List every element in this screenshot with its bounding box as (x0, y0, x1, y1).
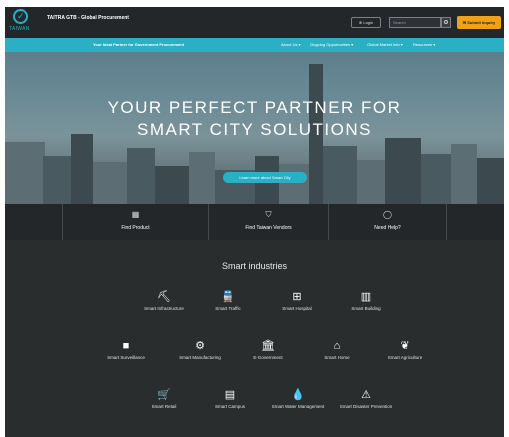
water-drop-icon: 💧 (291, 389, 305, 401)
home-icon: ⌂ (333, 340, 341, 352)
industry-smart-infrastructure[interactable]: ⛏ Smart Infrastructure (134, 291, 194, 312)
nav-global-market-info[interactable]: Global Market Info ▾ (367, 42, 403, 47)
quick-links-strip: ▦ Find Product ⛉ Find Taiwan Vendors ◯ N… (5, 204, 504, 240)
industry-label: Smart Hospital (282, 306, 312, 311)
skyline-building (323, 146, 357, 204)
find-product-link[interactable]: ▦ Find Product (62, 204, 208, 240)
nav-resources[interactable]: Resources ▾ (413, 42, 435, 47)
industry-label: Smart Home (324, 355, 350, 360)
need-help-link[interactable]: ◯ Need Help? (328, 204, 446, 240)
skyline-building (155, 166, 189, 204)
skyline-building (127, 148, 155, 204)
camera-icon: ■ (122, 340, 130, 352)
find-taiwan-vendors-link[interactable]: ⛉ Find Taiwan Vendors (208, 204, 328, 240)
industry-smart-disaster-prevention[interactable]: ⚠ Smart Disaster Prevention (336, 389, 396, 410)
page: ✓ TAIWAN TAITRA GTB - Global Procurement… (5, 7, 504, 437)
industry-label: Smart Agriculture (387, 355, 423, 360)
warning-icon: ⚠ (361, 389, 371, 401)
train-icon: 🚆 (221, 291, 235, 303)
find-taiwan-vendors-label: Find Taiwan Vendors (245, 225, 292, 231)
logo-check-icon: ✓ (17, 11, 25, 21)
search-icon (444, 20, 448, 24)
industry-smart-building[interactable]: ▥ Smart Building (336, 291, 396, 312)
skyline-building (357, 160, 385, 204)
building-icon: ▥ (360, 291, 372, 303)
industry-label: Smart Infrastructure (144, 306, 184, 311)
login-icon: ⊕ (358, 20, 363, 25)
skyline-building (279, 164, 309, 204)
find-product-label: Find Product (121, 225, 150, 231)
skyline-building (93, 162, 129, 204)
industry-smart-surveillance[interactable]: ■ Smart Surveillance (96, 340, 156, 361)
learn-more-smart-city-button[interactable]: Learn more about Smart City (223, 172, 307, 183)
vendor-shield-icon: ⛉ (265, 210, 272, 219)
industry-label: Smart Disaster Prevention (339, 404, 393, 409)
cart-icon: 🛒 (157, 389, 171, 401)
industry-smart-water-management[interactable]: 💧 Smart Water Management (268, 389, 328, 410)
nav-about-us[interactable]: About Us ▾ (281, 42, 301, 47)
leaf-icon: ❦ (400, 340, 410, 352)
top-bar: ✓ TAIWAN TAITRA GTB - Global Procurement… (5, 7, 504, 38)
industry-label: Smart Water Management (271, 404, 325, 409)
submit-inquiry-label: Submit Inquiry (467, 20, 496, 25)
industry-smart-campus[interactable]: ▤ Smart Campus (200, 389, 260, 410)
chat-bubble-icon: ◯ (383, 210, 392, 219)
nav-bar: Your Ideal Partner for Government Procur… (5, 38, 504, 52)
industry-label: Smart Surveillance (107, 355, 145, 360)
industry-smart-hospital[interactable]: ⊞ Smart Hospital (267, 291, 327, 312)
robot-arm-icon: ⚙ (195, 340, 205, 352)
skyline-building (5, 142, 45, 204)
industry-label: Smart Building (351, 306, 381, 311)
skyline-building (43, 156, 73, 204)
login-button[interactable]: ⊕ Login (351, 17, 381, 28)
smart-industries-title: Smart industries (221, 261, 288, 271)
hero-banner: YOUR PERFECT PARTNER FOR SMART CITY SOLU… (5, 52, 504, 204)
submit-inquiry-button[interactable]: ✉ Submit Inquiry (457, 16, 501, 29)
search-input[interactable]: Search (389, 17, 441, 28)
need-help-label: Need Help? (374, 225, 401, 231)
nav-ongoing-opportunities[interactable]: Ongoing Opportunities ▾ (310, 42, 353, 47)
skyline-building (451, 144, 477, 204)
industry-smart-traffic[interactable]: 🚆 Smart Traffic (198, 291, 258, 312)
skyline-building (421, 154, 451, 204)
inquiry-icon: ✉ (462, 20, 467, 25)
taiwan-logo[interactable]: ✓ TAIWAN (9, 9, 33, 36)
skyline-building (385, 138, 421, 204)
industry-smart-manufacturing[interactable]: ⚙ Smart Manufacturing (170, 340, 230, 361)
industry-label: E-Government (253, 355, 283, 360)
industry-label: Smart Retail (151, 404, 177, 409)
hero-headline-line1: YOUR PERFECT PARTNER FOR (107, 98, 402, 117)
quick-links-spacer (5, 204, 62, 240)
industry-e-government[interactable]: 🏛 E-Government (238, 340, 298, 361)
quick-links-spacer (446, 204, 504, 240)
product-grid-icon: ▦ (131, 210, 140, 219)
skyline-building (477, 158, 504, 204)
skyline-building (189, 152, 215, 204)
login-label: Login (363, 20, 374, 25)
industry-smart-home[interactable]: ⌂ Smart Home (307, 340, 367, 361)
hero-headline-line2: SMART CITY SOLUTIONS (137, 120, 372, 139)
government-icon: 🏛 (261, 340, 275, 352)
hospital-icon: ⊞ (292, 291, 302, 303)
search-button[interactable] (441, 17, 451, 28)
logo-text: TAIWAN (9, 26, 30, 32)
industry-label: Smart Manufacturing (179, 355, 221, 360)
industry-label: Smart Campus (214, 404, 245, 409)
site-title[interactable]: TAITRA GTB - Global Procurement (47, 15, 129, 21)
nav-tagline: Your Ideal Partner for Government Procur… (93, 42, 185, 47)
campus-icon: ▤ (224, 389, 236, 401)
skyline-building (71, 134, 93, 204)
industry-smart-agriculture[interactable]: ❦ Smart Agriculture (375, 340, 435, 361)
crane-icon: ⛏ (157, 291, 171, 303)
industry-label: Smart Traffic (215, 306, 241, 311)
industry-smart-retail[interactable]: 🛒 Smart Retail (134, 389, 194, 410)
